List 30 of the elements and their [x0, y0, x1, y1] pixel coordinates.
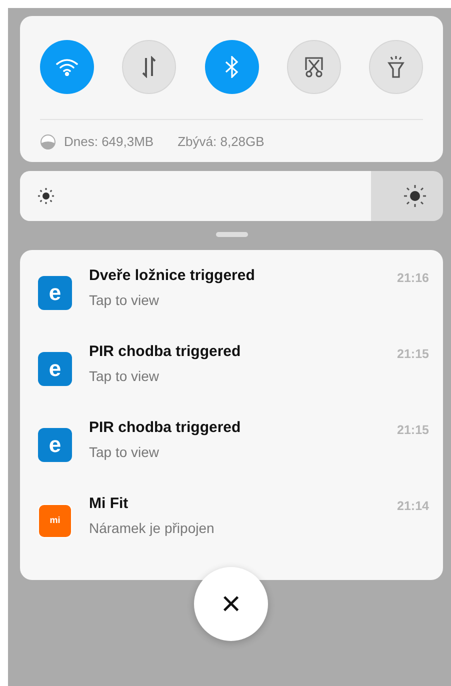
- sun-small-icon: [38, 188, 54, 204]
- brightness-slider[interactable]: [20, 170, 443, 220]
- notification-text: Tap to view: [89, 366, 160, 386]
- notification-time: 21:15: [397, 422, 429, 438]
- app-e-icon: e: [38, 276, 72, 310]
- data-transfer-icon: [140, 56, 158, 78]
- notification-time: 21:15: [397, 346, 429, 362]
- notification-text: Tap to view: [89, 290, 160, 310]
- bluetooth-toggle[interactable]: [204, 40, 258, 94]
- data-usage-icon: [40, 134, 56, 150]
- notification-title: PIR chodba triggered: [89, 342, 241, 362]
- data-today-text: Dnes: 649,3MB: [64, 133, 154, 151]
- bluetooth-icon: [224, 56, 238, 78]
- notification-title: PIR chodba triggered: [89, 418, 241, 438]
- wifi-icon: [56, 58, 78, 76]
- sun-large-icon: [404, 184, 426, 206]
- notification-text: Tap to view: [89, 442, 160, 462]
- app-e-icon: e: [38, 428, 72, 462]
- screenshot-scissors-icon: [302, 56, 325, 78]
- drag-handle[interactable]: [216, 232, 248, 236]
- notification-text: Náramek je připojen: [89, 518, 214, 538]
- notification-time: 21:14: [397, 498, 429, 514]
- wifi-toggle[interactable]: [40, 40, 94, 94]
- app-e-icon: e: [38, 352, 72, 386]
- mi-fit-icon: mi: [38, 504, 72, 538]
- flashlight-icon: [386, 55, 406, 79]
- notification-time: 21:16: [397, 270, 429, 286]
- notification-title: Mi Fit: [89, 494, 130, 514]
- data-remaining-text: Zbývá: 8,28GB: [178, 133, 264, 151]
- notification-title: Dveře ložnice triggered: [89, 266, 255, 286]
